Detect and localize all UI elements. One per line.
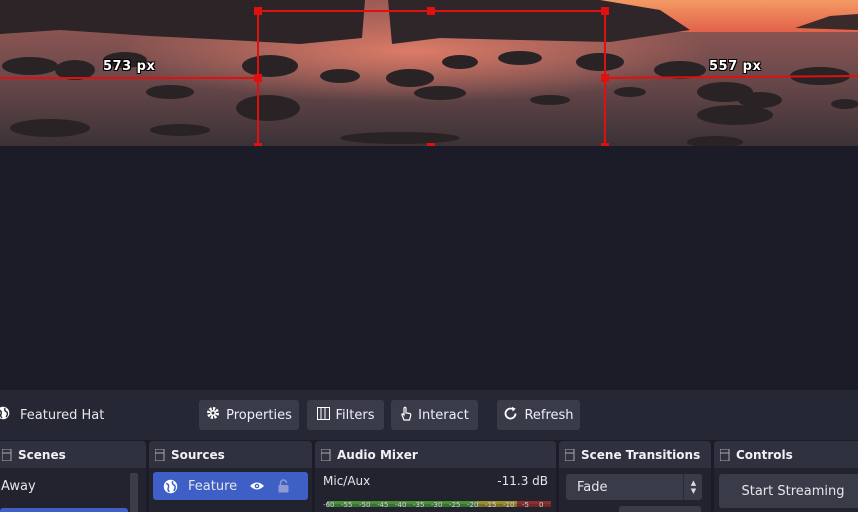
volume-meter [327, 492, 551, 507]
selected-source: Featured Hat [0, 390, 104, 440]
scale-tick: -55 [341, 501, 353, 509]
properties-label: Properties [226, 407, 292, 423]
meter-scale: -60 -55 -50 -45 -40 -35 -30 -25 -20 -15 … [323, 501, 555, 511]
scene-item-selected[interactable] [0, 508, 128, 512]
audio-mixer-body: Mic/Aux -11.3 dB -60 -55 -50 -45 -40 -35… [315, 468, 556, 512]
transition-duration-field[interactable] [619, 506, 701, 512]
scale-tick: 0 [539, 501, 544, 509]
properties-button[interactable]: Properties [199, 400, 299, 430]
start-streaming-button[interactable]: Start Streaming [719, 474, 858, 508]
scenes-scrollbar[interactable] [130, 473, 138, 512]
chevron-updown-icon[interactable]: ▲ ▼ [683, 474, 703, 500]
scale-tick: -25 [449, 501, 461, 509]
sources-dock: Sources Feature [149, 441, 312, 512]
gear-icon [206, 406, 220, 424]
refresh-button[interactable]: Refresh [497, 400, 580, 430]
refresh-icon [503, 406, 518, 425]
controls-title: Controls [736, 447, 793, 462]
filters-label: Filters [335, 407, 375, 423]
scale-tick: -15 [485, 501, 497, 509]
refresh-label: Refresh [524, 407, 574, 423]
controls-dock-header[interactable]: Controls [714, 441, 858, 468]
interact-button[interactable]: Interact [391, 400, 478, 430]
lock-icon[interactable] [278, 479, 289, 493]
source-name: Feature [188, 478, 238, 494]
audio-mixer-title: Audio Mixer [337, 447, 418, 462]
controls-dock: Controls Start Streaming [714, 441, 858, 512]
scene-transitions-dock: Scene Transitions Fade ▲ ▼ [559, 441, 711, 512]
globe-icon [163, 479, 178, 494]
eye-icon[interactable] [249, 481, 265, 491]
left-distance-label: 573 px [103, 59, 156, 74]
transition-select[interactable]: Fade [566, 474, 702, 500]
scale-tick: -35 [413, 501, 425, 509]
controls-body: Start Streaming [714, 468, 858, 512]
globe-icon [0, 406, 10, 424]
source-item-feature[interactable]: Feature [153, 472, 308, 500]
scale-tick: -60 [323, 501, 335, 509]
mixer-channel-name: Mic/Aux [323, 474, 371, 488]
interact-label: Interact [418, 407, 469, 423]
dock-grip-icon[interactable] [320, 448, 331, 461]
scale-tick: -40 [395, 501, 407, 509]
dock-grip-icon[interactable] [719, 448, 730, 461]
scale-tick: -50 [359, 501, 371, 509]
dock-grip-icon[interactable] [154, 448, 165, 461]
filters-icon [316, 406, 330, 424]
scene-transitions-dock-header[interactable]: Scene Transitions [559, 441, 711, 468]
source-context-bar: Featured Hat Properties Filters Interact… [0, 390, 858, 440]
scale-tick: -10 [503, 501, 515, 509]
transition-selected-value: Fade [577, 479, 608, 495]
scenes-list: Away [0, 468, 146, 512]
scale-tick: -30 [431, 501, 443, 509]
scale-tick: -5 [522, 501, 529, 509]
scene-item-away[interactable]: Away [1, 479, 36, 494]
scenes-dock: Scenes Away [0, 441, 146, 512]
scene-transitions-title: Scene Transitions [581, 447, 701, 462]
audio-mixer-dock-header[interactable]: Audio Mixer [315, 441, 556, 468]
canvas-background [0, 146, 858, 390]
selected-source-name: Featured Hat [20, 407, 105, 423]
right-distance-label: 557 px [709, 59, 762, 74]
hand-pointer-icon [400, 406, 412, 425]
audio-mixer-dock: Audio Mixer Mic/Aux -11.3 dB -60 -55 -50… [315, 441, 556, 512]
sources-title: Sources [171, 447, 225, 462]
scale-tick: -45 [377, 501, 389, 509]
preview-canvas[interactable]: 573 px 557 px [0, 0, 858, 146]
filters-button[interactable]: Filters [307, 400, 384, 430]
source-item-partial[interactable] [153, 506, 308, 512]
dock-grip-icon[interactable] [1, 448, 12, 461]
sources-list: Feature [149, 468, 312, 512]
scale-tick: -20 [467, 501, 479, 509]
mixer-level-readout: -11.3 dB [497, 474, 548, 488]
sources-dock-header[interactable]: Sources [149, 441, 312, 468]
scenes-title: Scenes [18, 447, 66, 462]
scenes-dock-header[interactable]: Scenes [0, 441, 146, 468]
dock-grip-icon[interactable] [564, 448, 575, 461]
scene-transitions-body: Fade ▲ ▼ [559, 468, 711, 512]
